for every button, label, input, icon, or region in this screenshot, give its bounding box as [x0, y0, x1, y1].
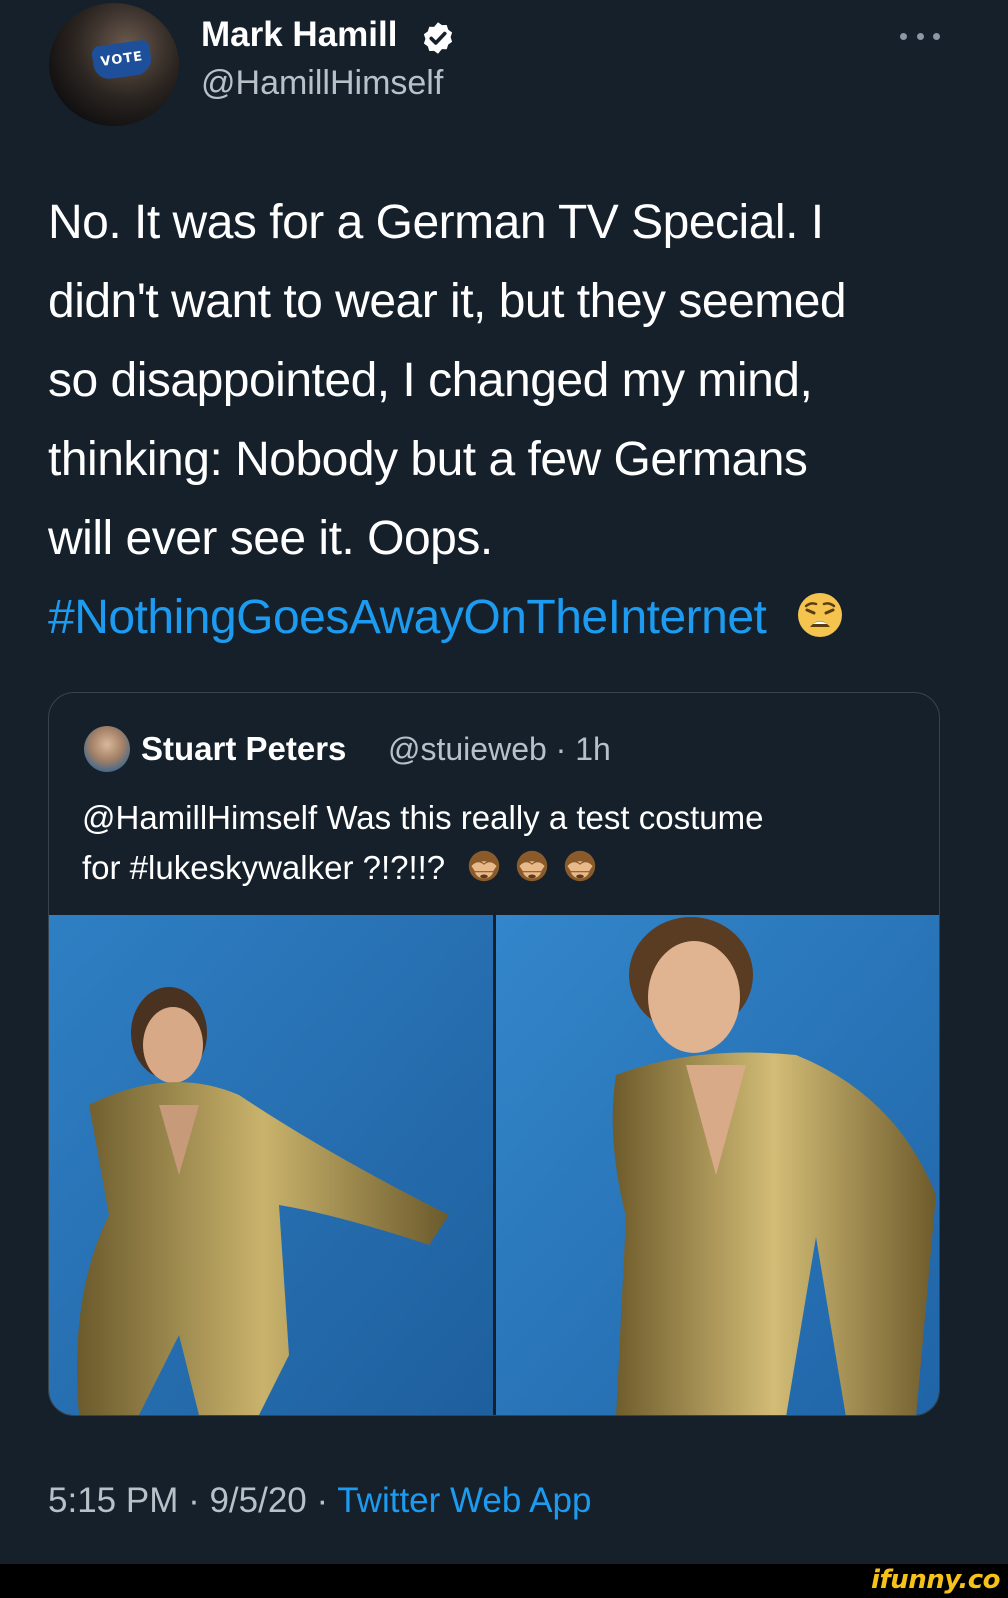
quoted-photo-right[interactable]	[496, 915, 939, 1415]
quoted-photo-left[interactable]	[49, 915, 493, 1415]
watermark-bar	[0, 1564, 1008, 1598]
author-name[interactable]: Mark Hamill	[201, 15, 397, 55]
weary-face-icon	[798, 593, 843, 637]
tweet: VOTE Mark Hamill @HamillHimself No. It w…	[0, 0, 1008, 1598]
ifunny-watermark: ifunny.co	[871, 1565, 1000, 1595]
quoted-tweet-text: @HamillHimself Was this really a test co…	[82, 793, 922, 893]
tweet-text-line: No. It was for a German TV Special. I	[48, 196, 824, 249]
tweet-text-line: so disappointed, I changed my mind,	[48, 354, 813, 407]
quoted-text-line: for #lukeskywalker ?!?!!?	[82, 849, 446, 886]
hashtag-link[interactable]: #NothingGoesAwayOnTheInternet	[48, 591, 767, 644]
author-handle[interactable]: @HamillHimself	[201, 64, 443, 103]
quoted-tweet[interactable]: Stuart Peters @stuieweb · 1h @HamillHims…	[48, 692, 940, 1416]
quoted-author-name[interactable]: Stuart Peters	[141, 730, 346, 768]
source-link[interactable]: Twitter Web App	[337, 1481, 591, 1520]
quoted-text-line: @HamillHimself Was this really a test co…	[82, 799, 764, 836]
tweet-text-line: didn't want to wear it, but they seemed	[48, 275, 847, 328]
verified-badge-icon	[423, 22, 453, 54]
tweet-meta: 5:15 PM · 9/5/20 · Twitter Web App	[48, 1481, 591, 1521]
tweet-text-line: thinking: Nobody but a few Germans	[48, 433, 808, 486]
quoted-author-avatar[interactable]	[84, 726, 130, 772]
see-no-evil-monkey-icon	[468, 850, 500, 882]
timestamp[interactable]: 5:15 PM · 9/5/20 ·	[48, 1481, 337, 1520]
tweet-text-line: will ever see it. Oops.	[48, 512, 493, 565]
more-options-icon[interactable]	[900, 26, 940, 46]
author-avatar[interactable]: VOTE	[49, 3, 179, 126]
vote-mask: VOTE	[90, 39, 154, 81]
see-no-evil-monkey-icon	[516, 850, 548, 882]
tweet-text: No. It was for a German TV Special. I di…	[48, 183, 968, 657]
see-no-evil-monkey-icon	[564, 850, 596, 882]
avatar-mask-text: VOTE	[99, 49, 145, 70]
quoted-author-handle[interactable]: @stuieweb · 1h	[388, 731, 611, 768]
